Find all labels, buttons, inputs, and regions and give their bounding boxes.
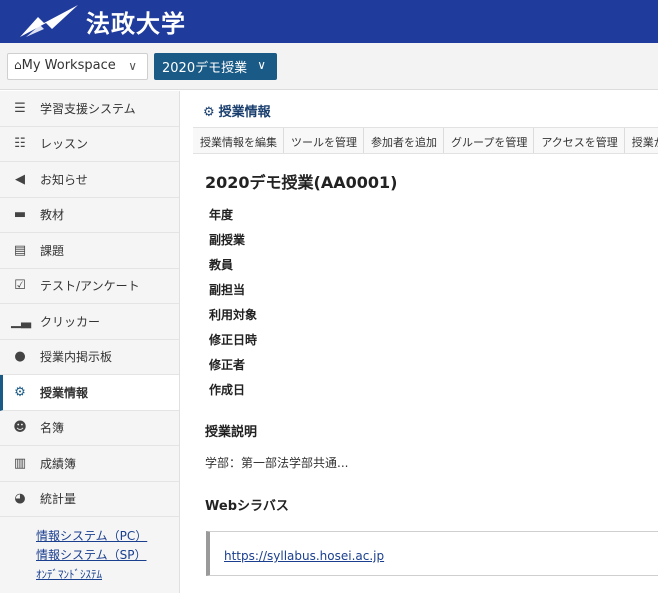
sidebar-item-label: お知らせ bbox=[40, 172, 88, 187]
megaphone-icon: ◀ bbox=[15, 171, 25, 187]
site-label: 2020デモ授業 bbox=[162, 61, 248, 76]
sidebar-item-announcements[interactable]: ◀ お知らせ bbox=[0, 162, 179, 198]
hosei-logo-icon bbox=[20, 5, 78, 37]
sidebar-item-clicker[interactable]: ▁▃ クリッカー bbox=[0, 304, 179, 340]
workspace-label: My Workspace bbox=[21, 58, 116, 73]
sidebar-item-label: クリッカー bbox=[40, 314, 101, 329]
sidebar-item-label: 統計量 bbox=[40, 492, 77, 507]
manage-tools-button[interactable]: ツールを管理 bbox=[284, 128, 364, 153]
gradebook-icon: ▥ bbox=[13, 455, 27, 471]
link-info-system-pc[interactable]: 情報システム（PC） bbox=[36, 527, 179, 546]
sidebar-item-site-info[interactable]: ⚙ 授業情報 bbox=[0, 375, 179, 411]
checkbox-icon: ☑ bbox=[14, 278, 26, 294]
syllabus-box: https://syllabus.hosei.ac.jp bbox=[206, 531, 658, 576]
tool-title-label: 授業情報 bbox=[218, 105, 271, 120]
university-name[interactable]: 法政大学 bbox=[86, 4, 186, 39]
file-icon: ▤ bbox=[13, 242, 27, 258]
link-on-demand-system[interactable]: ｵﾝﾃﾞﾏﾝﾄﾞｼｽﾃﾑ bbox=[36, 565, 179, 584]
gear-icon: ⚙ bbox=[203, 105, 215, 120]
current-site-button[interactable]: 2020デモ授業 ∨ bbox=[154, 53, 277, 80]
top-header: 法政大学 bbox=[0, 0, 658, 43]
sidebar-item-tests[interactable]: ☑ テスト/アンケート bbox=[0, 269, 179, 304]
comments-icon: ● bbox=[14, 349, 26, 365]
main-content: ⚙ 授業情報 授業情報を編集 ツールを管理 参加者を追加 グループを管理 アクセス… bbox=[181, 91, 658, 593]
sidebar-item-label: 学習支援システム bbox=[40, 101, 136, 116]
book-icon: ☷ bbox=[14, 136, 26, 152]
sidebar-item-label: 教材 bbox=[40, 208, 65, 223]
home-icon: ⌂ bbox=[14, 58, 22, 72]
field-label: 年度 bbox=[209, 208, 234, 222]
sidebar-item-label: 課題 bbox=[40, 243, 65, 258]
folder-icon: ▬ bbox=[13, 207, 27, 223]
external-links: 情報システム（PC） 情報システム（SP） ｵﾝﾃﾞﾏﾝﾄﾞｼｽﾃﾑ bbox=[0, 517, 179, 584]
field-label: 修正日時 bbox=[209, 333, 258, 347]
field-label: 副授業 bbox=[209, 233, 246, 247]
site-nav-bar: ⌂My Workspace ∨ 2020デモ授業 ∨ bbox=[0, 43, 658, 90]
sidebar-item-label: レッスン bbox=[40, 137, 89, 152]
sidebar-item-lessons[interactable]: ☷ レッスン bbox=[0, 127, 179, 162]
sidebar-item-label: 名簿 bbox=[40, 421, 65, 436]
sidebar-item-label: テスト/アンケート bbox=[40, 279, 140, 294]
pie-chart-icon: ◕ bbox=[14, 491, 26, 507]
sidebar-item-statistics[interactable]: ◕ 統計量 bbox=[0, 482, 179, 517]
users-icon: ☻ bbox=[13, 420, 27, 436]
manage-access-button[interactable]: アクセスを管理 bbox=[534, 128, 625, 153]
bar-chart-icon: ▁▃ bbox=[11, 313, 31, 329]
more-toolbar-button[interactable]: 授業か bbox=[624, 128, 658, 153]
sidebar-item-label: 授業情報 bbox=[40, 385, 89, 400]
field-label: 教員 bbox=[209, 258, 234, 272]
sidebar-item-label: 成績簿 bbox=[40, 456, 77, 471]
sidebar-item-portal[interactable]: ☰ 学習支援システム bbox=[0, 91, 179, 127]
edit-site-info-button[interactable]: 授業情報を編集 bbox=[193, 128, 284, 153]
my-workspace-button[interactable]: ⌂My Workspace ∨ bbox=[7, 53, 148, 80]
field-label: 利用対象 bbox=[209, 308, 258, 322]
link-info-system-sp[interactable]: 情報システム（SP） bbox=[36, 546, 179, 565]
list-icon: ☰ bbox=[14, 100, 26, 116]
site-info-fields: 年度 副授業 教員 副担当 利用対象 修正日時 修正者 作成日 bbox=[209, 203, 257, 403]
syllabus-link[interactable]: https://syllabus.hosei.ac.jp bbox=[224, 549, 384, 563]
field-label: 作成日 bbox=[209, 383, 246, 397]
sidebar-item-resources[interactable]: ▬ 教材 bbox=[0, 198, 179, 233]
sidebar-item-assignments[interactable]: ▤ 課題 bbox=[0, 233, 179, 269]
syllabus-heading: Webシラバス bbox=[205, 499, 289, 514]
tool-title: ⚙ 授業情報 bbox=[203, 101, 271, 120]
field-label: 副担当 bbox=[209, 283, 246, 297]
sidebar-item-gradebook[interactable]: ▥ 成績簿 bbox=[0, 446, 179, 482]
chevron-down-icon: ∨ bbox=[128, 59, 137, 73]
field-label: 修正者 bbox=[209, 358, 246, 372]
sidebar-item-roster[interactable]: ☻ 名簿 bbox=[0, 411, 179, 446]
tool-sidebar: ☰ 学習支援システム ☷ レッスン ◀ お知らせ ▬ 教材 ▤ 課題 ☑ テスト… bbox=[0, 91, 180, 593]
sidebar-item-label: 授業内掲示板 bbox=[40, 350, 113, 365]
site-info-toolbar: 授業情報を編集 ツールを管理 参加者を追加 グループを管理 アクセスを管理 授業… bbox=[193, 127, 658, 154]
page-title: 2020デモ授業(AA0001) bbox=[205, 173, 398, 192]
add-participants-button[interactable]: 参加者を追加 bbox=[364, 128, 444, 153]
description-heading: 授業説明 bbox=[205, 425, 258, 440]
gear-icon: ⚙ bbox=[14, 384, 26, 400]
chevron-down-icon: ∨ bbox=[257, 58, 266, 72]
sidebar-item-forums[interactable]: ● 授業内掲示板 bbox=[0, 340, 179, 375]
description-text: 学部：第一部法学部共通... bbox=[205, 456, 349, 470]
manage-groups-button[interactable]: グループを管理 bbox=[444, 128, 535, 153]
